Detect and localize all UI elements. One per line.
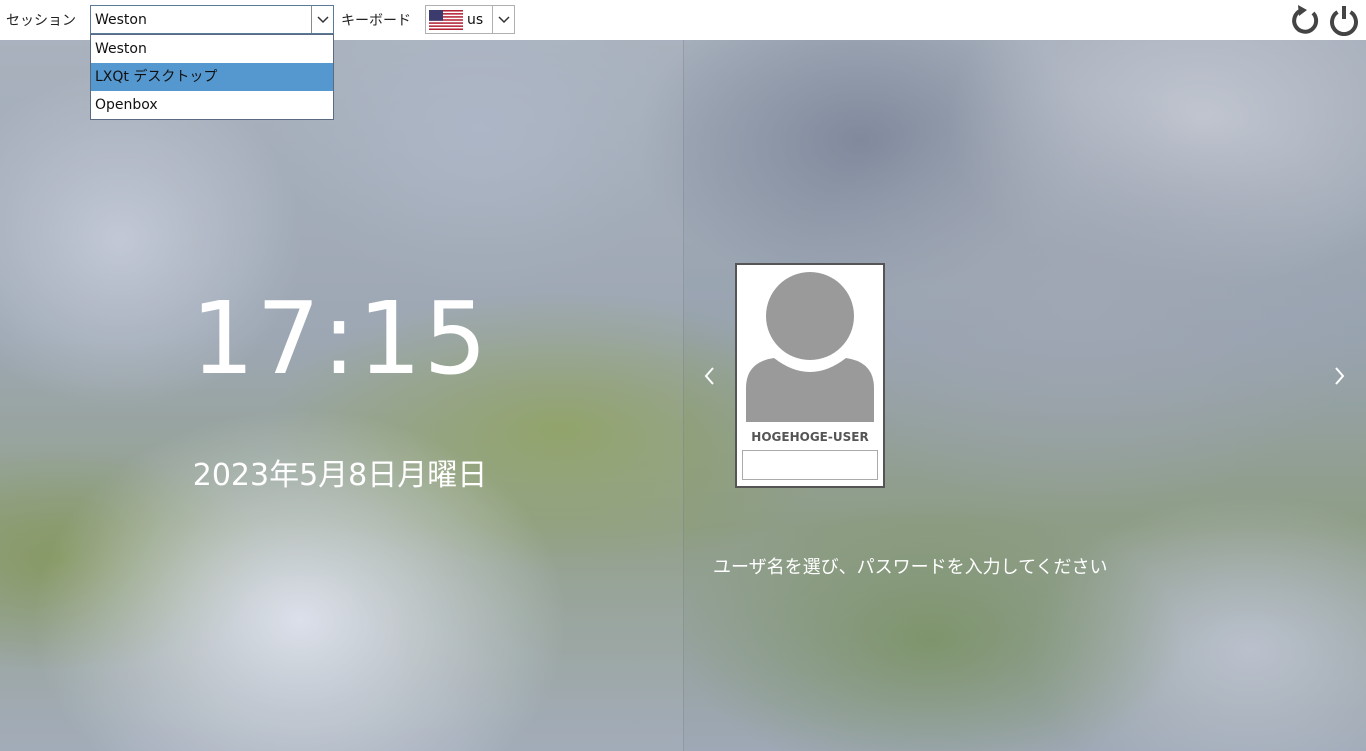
user-name: HOGEHOGE-USER bbox=[751, 430, 869, 444]
chevron-down-icon[interactable] bbox=[492, 6, 514, 33]
keyboard-layout-value: us bbox=[467, 12, 484, 28]
chevron-left-icon bbox=[704, 367, 714, 385]
session-label: セッション bbox=[6, 13, 76, 29]
clock-date: 2023年5月8日月曜日 bbox=[192, 458, 488, 493]
login-prompt: ユーザ名を選び、パスワードを入力してください bbox=[713, 557, 1108, 578]
session-select[interactable]: Weston bbox=[90, 5, 334, 34]
keyboard-layout-select[interactable]: us bbox=[425, 5, 515, 34]
panel-divider bbox=[683, 40, 684, 751]
session-option-weston[interactable]: Weston bbox=[91, 35, 333, 63]
login-screen: セッション Weston キーボード us Weston LXQt デスクトップ… bbox=[0, 0, 1366, 751]
session-selected-value: Weston bbox=[95, 12, 147, 28]
previous-user-button[interactable] bbox=[700, 364, 720, 388]
next-user-button[interactable] bbox=[1330, 364, 1350, 388]
chevron-down-icon[interactable] bbox=[311, 6, 333, 33]
power-button[interactable] bbox=[1327, 4, 1361, 37]
restart-button[interactable] bbox=[1290, 4, 1322, 36]
keyboard-label: キーボード bbox=[341, 13, 411, 29]
password-input[interactable] bbox=[742, 450, 878, 480]
us-flag-icon bbox=[429, 10, 463, 30]
session-option-lxqt[interactable]: LXQt デスクトップ bbox=[91, 63, 333, 91]
session-dropdown-list: Weston LXQt デスクトップ Openbox bbox=[90, 34, 334, 120]
restart-icon bbox=[1292, 5, 1319, 34]
session-option-openbox[interactable]: Openbox bbox=[91, 91, 333, 119]
chevron-right-icon bbox=[1335, 367, 1345, 385]
power-icon bbox=[1330, 6, 1358, 37]
user-card[interactable]: HOGEHOGE-USER bbox=[735, 263, 885, 488]
avatar bbox=[746, 272, 874, 422]
clock-time: 17:15 bbox=[190, 280, 490, 397]
